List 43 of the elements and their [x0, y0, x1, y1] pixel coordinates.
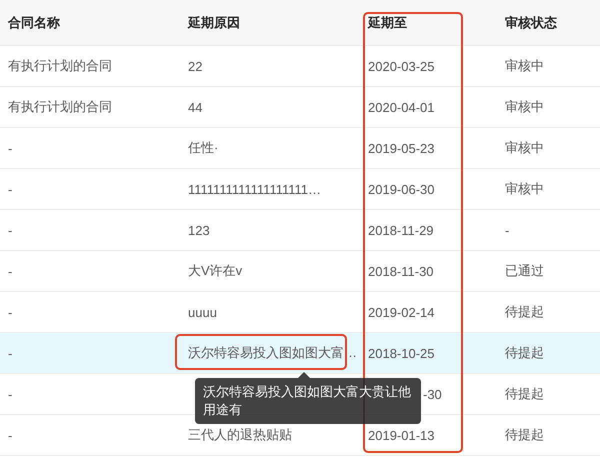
table-cell: 44 — [188, 100, 202, 114]
table-cell: 2019-06-30 — [368, 182, 434, 196]
tooltip: 沃尔特容易投入图如图大富大贵让他用途有 — [195, 378, 421, 424]
table-cell: 2019-05-23 — [368, 140, 434, 156]
table-cell: - — [8, 346, 12, 360]
table-cell: 待提起 — [505, 427, 544, 442]
table-cell: 2019-01-13 — [368, 428, 434, 442]
column-header: 延期至 — [366, 14, 408, 32]
table-cell: 2018-11-29 — [368, 222, 434, 238]
table-cell: - — [8, 140, 12, 156]
table-cell: 审核中 — [505, 140, 544, 155]
table-cell: 2020-04-01 — [368, 100, 434, 114]
table-cell: 待提起 — [505, 386, 544, 401]
column-header: 审核状态 — [504, 14, 558, 32]
table-cell: 已通过 — [505, 263, 544, 278]
table-cell: 2018-10-25 — [368, 346, 434, 360]
table-cell: 审核中 — [505, 99, 544, 114]
table-cell: 三代人的退热贴贴 — [188, 427, 292, 442]
table-cell: 审核中 — [505, 58, 544, 73]
table-cell: -30 — [423, 386, 442, 402]
table-cell: 22 — [188, 58, 202, 74]
table-cell: - — [8, 182, 12, 196]
table-cell: 2019-02-14 — [368, 304, 434, 320]
table-cell: - — [8, 428, 12, 442]
table-cell: 待提起 — [505, 345, 544, 360]
table-cell: 123 — [188, 222, 210, 238]
table-cell: 审核中 — [505, 181, 544, 196]
table-cell: - — [8, 222, 12, 238]
table-cell: 待提起 — [505, 304, 544, 319]
table-cell: 2018-11-30 — [368, 264, 434, 278]
table-cell: - — [8, 304, 12, 320]
table-cell: 任性· — [188, 140, 218, 155]
table-cell: 大V许在v — [188, 263, 242, 278]
column-header: 合同名称 — [6, 14, 61, 32]
column-header: 延期原因 — [186, 14, 241, 32]
table-cell: - — [8, 264, 12, 278]
table-cell: 2020-03-25 — [368, 58, 434, 74]
table-cell: - — [505, 222, 510, 238]
table-cell: - — [8, 386, 12, 402]
table-cell: uuuu — [188, 304, 217, 320]
table-cell: 1111111111111111111… — [188, 182, 322, 196]
table-cell: 有执行计划的合同 — [8, 58, 112, 73]
table-cell: 有执行计划的合同 — [8, 99, 112, 114]
